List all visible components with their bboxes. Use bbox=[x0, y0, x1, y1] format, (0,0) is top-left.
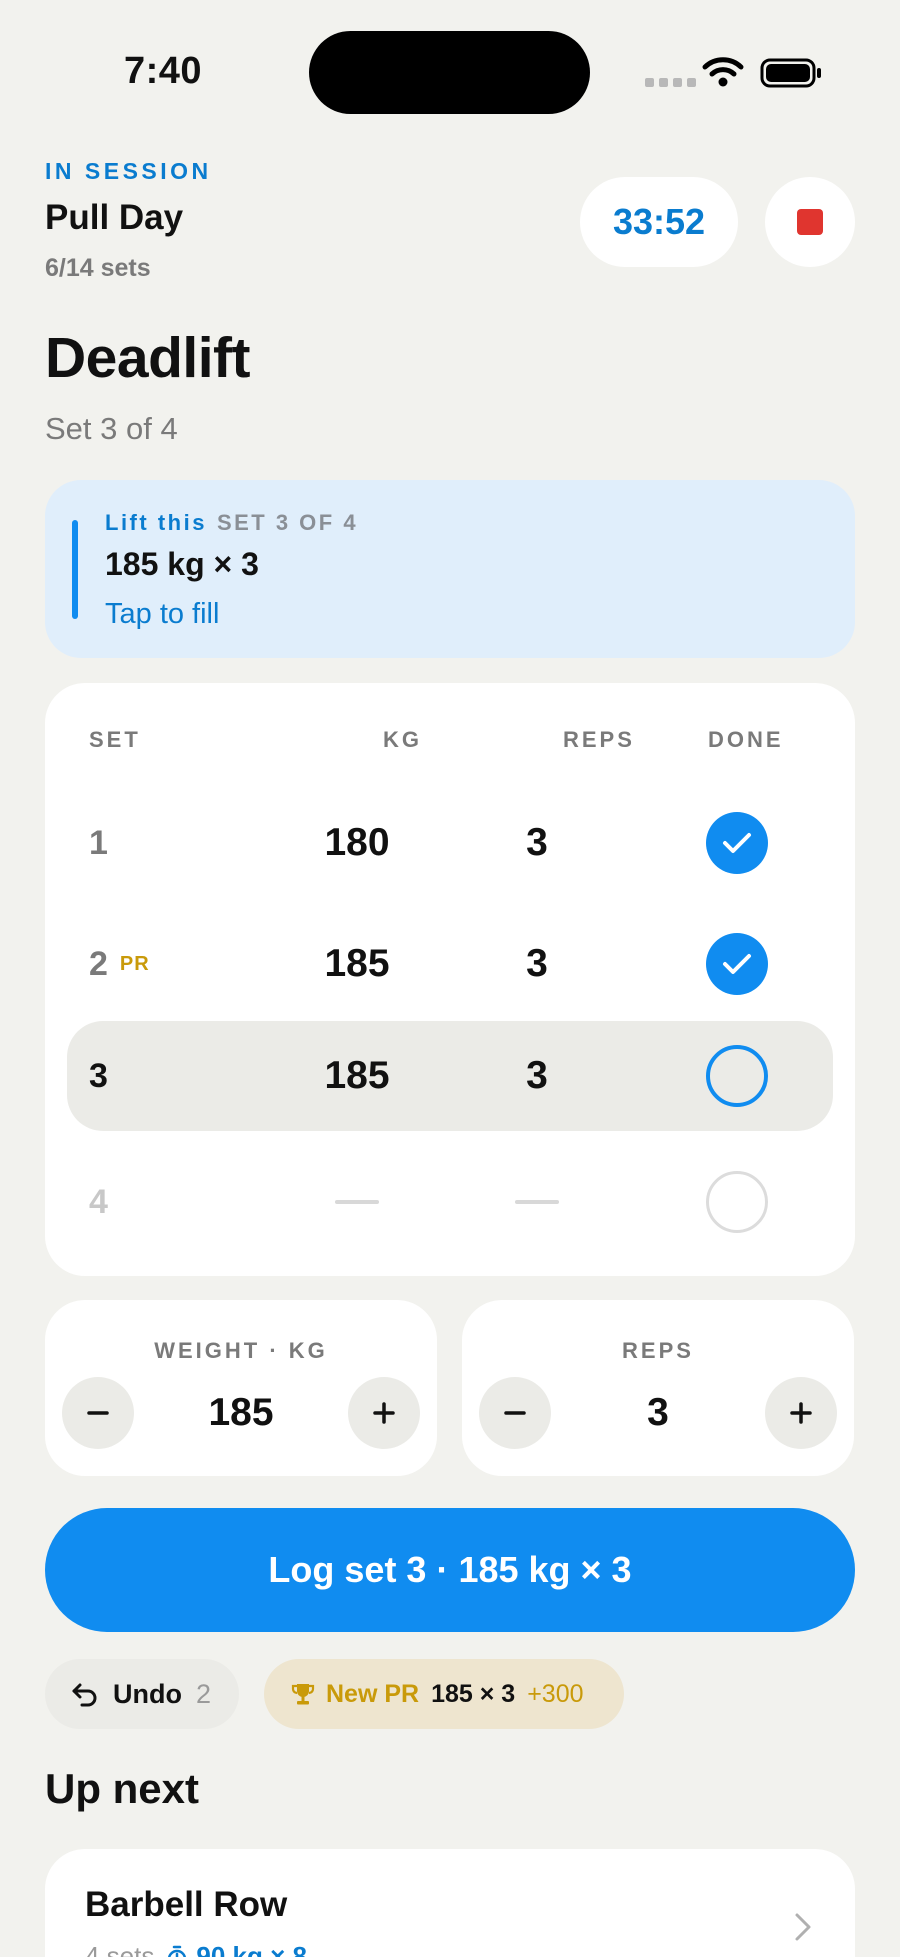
set-reps[interactable]: 3 bbox=[487, 788, 587, 898]
reps-value[interactable]: 3 bbox=[562, 1377, 754, 1449]
suggestion-accent-bar bbox=[72, 520, 78, 619]
set-weight[interactable]: 180 bbox=[292, 788, 422, 898]
next-exercise-name: Barbell Row bbox=[85, 1885, 288, 1924]
sets-table: SET KG REPS DONE 1 180 3 2 PR 185 3 3 185… bbox=[45, 683, 855, 1276]
timer-icon bbox=[168, 1945, 187, 1957]
weight-increment-button[interactable] bbox=[348, 1377, 420, 1449]
reps-decrement-button[interactable] bbox=[479, 1377, 551, 1449]
suggestion-value: 185 kg × 3 bbox=[105, 546, 259, 582]
checkmark-icon bbox=[723, 954, 751, 974]
session-timer[interactable]: 33:52 bbox=[580, 177, 738, 267]
battery-icon bbox=[760, 58, 821, 88]
pr-chip-value: 185 × 3 bbox=[431, 1679, 516, 1708]
exercise-title: Deadlift bbox=[45, 326, 251, 390]
session-progress: 6/14 sets bbox=[45, 254, 151, 282]
suggestion-set-label: SET 3 OF 4 bbox=[216, 510, 359, 535]
set-number: 1 bbox=[89, 823, 108, 862]
up-next-heading: Up next bbox=[45, 1765, 200, 1812]
trophy-icon bbox=[291, 1684, 315, 1705]
undo-label: Undo bbox=[113, 1678, 182, 1709]
next-exercise-sets: 4 sets bbox=[85, 1941, 155, 1957]
minus-icon bbox=[87, 1411, 109, 1415]
next-exercise-card[interactable]: Barbell Row 4 sets 90 kg × 8 bbox=[45, 1849, 855, 1957]
table-row[interactable]: 4 bbox=[67, 1147, 833, 1257]
session-title: Pull Day bbox=[45, 198, 184, 237]
chevron-right-icon bbox=[795, 1913, 811, 1941]
plus-icon bbox=[373, 1402, 395, 1424]
reps-increment-button[interactable] bbox=[765, 1377, 837, 1449]
set-done-checkbox[interactable] bbox=[706, 1045, 768, 1107]
weight-stepper: WEIGHT · KG 185 bbox=[45, 1300, 437, 1476]
status-time: 7:40 bbox=[124, 50, 203, 92]
weight-value[interactable]: 185 bbox=[145, 1377, 337, 1449]
table-row-active[interactable]: 3 185 3 bbox=[67, 1021, 833, 1131]
reps-stepper: REPS 3 bbox=[462, 1300, 854, 1476]
set-reps-empty[interactable] bbox=[487, 1147, 587, 1257]
undo-button[interactable]: Undo 2 bbox=[45, 1659, 239, 1729]
weight-stepper-label: WEIGHT · KG bbox=[154, 1338, 328, 1363]
column-header-set: SET bbox=[89, 727, 141, 752]
set-done-checkbox[interactable] bbox=[706, 812, 768, 874]
column-header-reps: REPS bbox=[563, 727, 635, 752]
set-reps[interactable]: 3 bbox=[487, 1021, 587, 1131]
undo-icon bbox=[72, 1683, 97, 1707]
next-exercise-meta: 4 sets 90 kg × 8 bbox=[85, 1941, 307, 1957]
set-reps[interactable]: 3 bbox=[487, 909, 587, 1019]
tap-to-fill-link[interactable]: Tap to fill bbox=[105, 598, 219, 631]
suggestion-kicker: Lift this SET 3 OF 4 bbox=[105, 510, 358, 536]
next-exercise-target-value: 90 kg × 8 bbox=[196, 1941, 307, 1957]
set-number: 3 bbox=[89, 1056, 108, 1095]
set-done-checkbox[interactable] bbox=[706, 933, 768, 995]
empty-dash bbox=[335, 1200, 379, 1204]
suggestion-label: Lift this bbox=[105, 510, 207, 535]
next-exercise-target: 90 kg × 8 bbox=[166, 1941, 307, 1957]
table-row[interactable]: 1 180 3 bbox=[67, 788, 833, 898]
table-row[interactable]: 2 PR 185 3 bbox=[67, 909, 833, 1019]
wifi-icon bbox=[702, 57, 744, 87]
minus-icon bbox=[504, 1411, 526, 1415]
set-done-checkbox[interactable] bbox=[706, 1171, 768, 1233]
stop-session-button[interactable] bbox=[765, 177, 855, 267]
pr-chip-label: New PR bbox=[326, 1679, 420, 1708]
session-status-label: IN SESSION bbox=[45, 158, 212, 184]
column-header-kg: KG bbox=[383, 727, 422, 752]
exercise-set-position: Set 3 of 4 bbox=[45, 411, 178, 446]
set-weight-empty[interactable] bbox=[292, 1147, 422, 1257]
empty-dash bbox=[515, 1200, 559, 1204]
stop-icon bbox=[797, 209, 823, 235]
weight-decrement-button[interactable] bbox=[62, 1377, 134, 1449]
log-set-button[interactable]: Log set 3 · 185 kg × 3 bbox=[45, 1508, 855, 1632]
pr-chip-delta: +300 bbox=[527, 1679, 584, 1708]
dynamic-island bbox=[309, 31, 590, 114]
reps-stepper-label: REPS bbox=[622, 1338, 694, 1363]
status-bar: 7:40 bbox=[0, 0, 900, 140]
plus-icon bbox=[790, 1402, 812, 1424]
set-number: 4 bbox=[89, 1182, 108, 1221]
set-weight[interactable]: 185 bbox=[292, 909, 422, 1019]
suggested-lift-card[interactable]: Lift this SET 3 OF 4 185 kg × 3 Tap to fi… bbox=[45, 480, 855, 658]
column-header-done: DONE bbox=[708, 727, 784, 752]
set-number: 2 PR bbox=[89, 944, 150, 983]
undo-count: 2 bbox=[195, 1678, 212, 1709]
checkmark-icon bbox=[723, 833, 751, 853]
pr-badge: PR bbox=[119, 952, 150, 975]
new-pr-chip[interactable]: New PR 185 × 3 +300 bbox=[264, 1659, 624, 1729]
set-weight[interactable]: 185 bbox=[292, 1021, 422, 1131]
cellular-signal-icon bbox=[645, 78, 696, 87]
